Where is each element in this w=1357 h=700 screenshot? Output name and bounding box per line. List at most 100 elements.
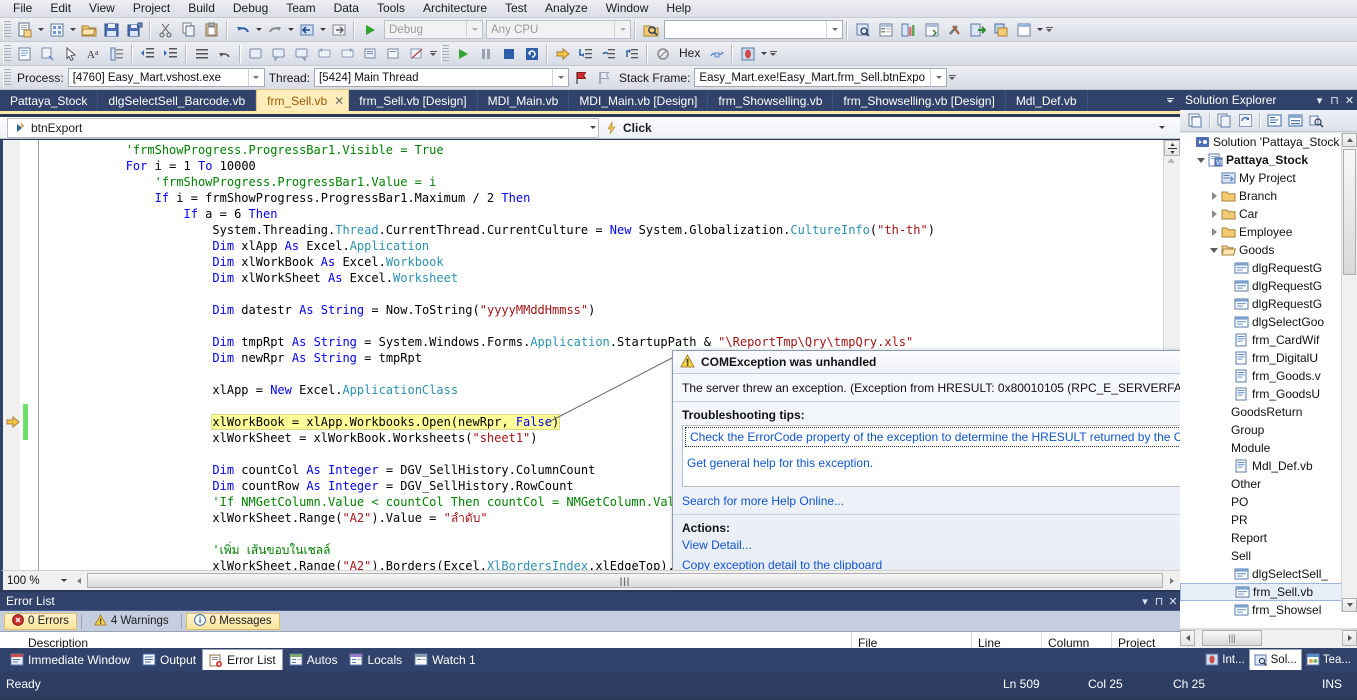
find-combo[interactable] xyxy=(664,20,843,39)
step-into-icon[interactable] xyxy=(574,42,597,65)
intellitrace-dropdown-icon[interactable] xyxy=(759,43,768,64)
tree-node[interactable]: Sell xyxy=(1180,547,1357,565)
new-project-icon[interactable] xyxy=(13,18,36,41)
toggle-bookmark-icon[interactable] xyxy=(244,42,267,65)
chevron-down-icon[interactable] xyxy=(247,69,264,86)
tree-node[interactable]: frm_CardWif xyxy=(1180,331,1357,349)
toolbox-icon[interactable] xyxy=(920,18,943,41)
tree-node[interactable]: frm_GoodsU xyxy=(1180,385,1357,403)
navigate-forward-icon[interactable] xyxy=(327,18,350,41)
scroll-left-arrow-icon[interactable] xyxy=(1180,630,1195,646)
toolbar-options-icon[interactable] xyxy=(947,68,957,88)
document-tab-2[interactable]: frm_Sell.vb ✕ xyxy=(256,89,350,111)
add-new-item-icon[interactable] xyxy=(45,18,68,41)
comment-block-icon[interactable] xyxy=(13,42,36,65)
twisty-collapsed-icon[interactable] xyxy=(1208,187,1220,205)
toolbar-grip[interactable] xyxy=(3,20,11,39)
new-project-dropdown-icon[interactable] xyxy=(36,19,45,40)
tree-node[interactable]: Branch xyxy=(1180,187,1357,205)
tree-node[interactable]: dlgRequestG xyxy=(1180,295,1357,313)
tree-node[interactable]: dlgSelectSell_ xyxy=(1180,565,1357,583)
intellitrace-icon[interactable] xyxy=(736,42,759,65)
object-browser-icon[interactable] xyxy=(897,18,920,41)
save-all-icon[interactable] xyxy=(123,18,146,41)
next-bookmark-icon[interactable] xyxy=(290,42,313,65)
chevron-down-icon[interactable] xyxy=(590,119,596,137)
tree-node[interactable]: Solution 'Pattaya_Stock xyxy=(1180,133,1357,151)
scroll-up-arrow-icon[interactable] xyxy=(1167,158,1175,163)
tools-options-icon[interactable] xyxy=(943,18,966,41)
toolbar-options-icon[interactable] xyxy=(428,44,438,64)
font-size-icon[interactable]: Aa xyxy=(82,42,105,65)
tree-node[interactable]: GoodsReturn xyxy=(1180,403,1357,421)
publish-icon[interactable] xyxy=(989,18,1012,41)
tree-node[interactable]: frm_Sell.vb xyxy=(1180,583,1357,601)
add-new-item-dropdown-icon[interactable] xyxy=(68,19,77,40)
export-icon[interactable] xyxy=(966,18,989,41)
find-in-files-icon[interactable] xyxy=(639,18,662,41)
twisty-collapsed-icon[interactable] xyxy=(1208,223,1220,241)
tip-link-1[interactable]: Get general help for this exception. xyxy=(683,454,1245,472)
menu-item-team[interactable]: Team xyxy=(277,0,324,17)
tree-node[interactable]: frm_DigitalU xyxy=(1180,349,1357,367)
exception-assistant-dialog[interactable]: COMException was unhandled ✕ The server … xyxy=(672,350,1256,584)
scroll-down-arrow-icon[interactable] xyxy=(1342,598,1357,612)
stack-frame-combo[interactable]: Easy_Mart.exe!Easy_Mart.frm_Sell.btnExpo xyxy=(694,68,948,87)
increase-indent-icon[interactable] xyxy=(159,42,182,65)
step-out-icon[interactable] xyxy=(620,42,643,65)
uncomment-block-icon[interactable] xyxy=(36,42,59,65)
next-bookmark-folder-icon[interactable] xyxy=(336,42,359,65)
close-icon[interactable]: ✕ xyxy=(334,95,344,107)
view-detail-link[interactable]: View Detail... xyxy=(673,535,1255,555)
solution-scroll-thumb[interactable] xyxy=(1343,149,1356,275)
refresh-icon[interactable] xyxy=(1235,110,1256,131)
scroll-right-arrow-icon[interactable] xyxy=(1342,630,1357,646)
toggle-outlining-icon[interactable] xyxy=(105,42,128,65)
toolbar-grip[interactable] xyxy=(441,44,449,63)
indicator-margin[interactable] xyxy=(3,140,20,570)
save-icon[interactable] xyxy=(100,18,123,41)
open-file-icon[interactable] xyxy=(77,18,100,41)
dock-tab-error-list[interactable]: Error List xyxy=(202,649,283,670)
pin-icon[interactable]: ⊓ xyxy=(1152,593,1166,609)
toolbar-overflow-icon[interactable] xyxy=(1035,19,1044,40)
twisty-expanded-icon[interactable] xyxy=(1208,241,1220,259)
solution-vertical-scrollbar[interactable] xyxy=(1341,133,1357,612)
stop-debugging-icon[interactable] xyxy=(497,42,520,65)
extension-manager-icon[interactable] xyxy=(1012,18,1035,41)
menu-item-test[interactable]: Test xyxy=(496,0,536,17)
redo-icon[interactable] xyxy=(263,18,286,41)
document-tab-0[interactable]: Pattaya_Stock xyxy=(0,90,99,111)
dock-tab-watch-1[interactable]: Watch 1 xyxy=(408,650,482,669)
document-tab-5[interactable]: MDI_Main.vb [Design] xyxy=(569,90,709,111)
warnings-filter-button[interactable]: 4 Warnings xyxy=(86,613,177,630)
breakpoints-icon[interactable] xyxy=(651,42,674,65)
menu-item-view[interactable]: View xyxy=(80,0,124,17)
solution-hscroll-thumb[interactable]: ||| xyxy=(1202,630,1262,646)
editor-horizontal-scrollbar[interactable]: ||| xyxy=(71,573,1179,588)
show-all-files-icon[interactable] xyxy=(1214,110,1235,131)
menu-item-project[interactable]: Project xyxy=(124,0,179,17)
tip-link-0[interactable]: Check the ErrorCode property of the exce… xyxy=(685,427,1243,447)
flag-gray-icon[interactable] xyxy=(592,66,615,89)
tree-node[interactable]: frm_Goods.v xyxy=(1180,367,1357,385)
bookmark-list-icon[interactable] xyxy=(359,42,382,65)
twisty-collapsed-icon[interactable] xyxy=(1208,205,1220,223)
chevron-down-icon[interactable] xyxy=(614,21,630,38)
object-browser-small-icon[interactable] xyxy=(1306,110,1327,131)
zoom-level[interactable]: 100 % xyxy=(3,575,57,587)
dock-tab-autos[interactable]: Autos xyxy=(283,650,344,669)
horizontal-scroll-thumb[interactable]: ||| xyxy=(87,573,1163,588)
clear-bookmarks-icon[interactable] xyxy=(405,42,428,65)
paste-icon[interactable] xyxy=(200,18,223,41)
tree-node[interactable]: Other xyxy=(1180,475,1357,493)
navigate-backward-icon[interactable] xyxy=(295,18,318,41)
right-dock-tab-2[interactable]: Tea... xyxy=(1302,650,1355,669)
tree-node[interactable]: Mdl_Def.vb xyxy=(1180,457,1357,475)
previous-bookmark-folder-icon[interactable] xyxy=(313,42,336,65)
document-tab-3[interactable]: frm_Sell.vb [Design] xyxy=(349,90,478,111)
menu-item-debug[interactable]: Debug xyxy=(224,0,277,17)
chevron-down-icon[interactable] xyxy=(1159,118,1165,138)
show-next-statement-icon[interactable] xyxy=(551,42,574,65)
thread-combo[interactable]: [5424] Main Thread xyxy=(314,68,570,87)
